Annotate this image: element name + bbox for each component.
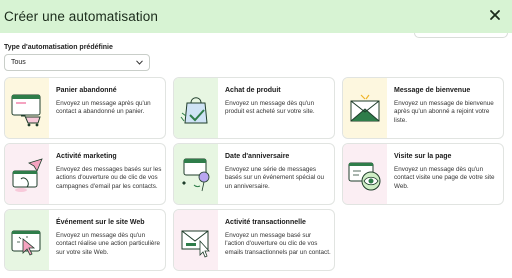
card-title: Panier abandonné [56, 87, 117, 94]
card-product-purchase[interactable]: Achat de produit Envoyez un message dès … [173, 77, 335, 139]
envelope-icon [350, 94, 380, 122]
card-description: Envoyez un message basé sur l'action d'o… [225, 232, 331, 256]
card-description: Envoyez des messages basés sur les actio… [56, 166, 162, 190]
card-website-event[interactable]: Événement sur le site Web Envoyez un mes… [4, 209, 166, 271]
card-title: Activité marketing [56, 153, 117, 160]
select-value: Tous [11, 59, 26, 66]
card-illustration [174, 78, 218, 138]
card-page-visit[interactable]: Visite sur la page Envoyez un message dè… [342, 143, 504, 205]
filter-label: Type d'automatisation prédéfinie [4, 44, 113, 51]
card-abandoned-cart[interactable]: Panier abandonné Envoyez un message aprè… [4, 77, 166, 139]
shopping-bag-icon [180, 97, 208, 124]
search-box-edge [414, 33, 508, 38]
card-illustration [343, 144, 387, 204]
card-title: Message de bienvenue [394, 87, 471, 94]
paper-plane-icon [12, 158, 43, 192]
card-illustration [343, 78, 387, 138]
card-illustration [5, 78, 49, 138]
browser-click-icon [11, 230, 41, 256]
card-illustration [174, 210, 218, 270]
card-description: Envoyez une série de messages basés sur … [225, 166, 325, 190]
dialog-title: Créer une automatisation [4, 9, 158, 24]
close-icon[interactable] [488, 8, 502, 22]
card-title: Visite sur la page [394, 153, 452, 160]
card-description: Envoyez un message dès qu'un contact vis… [394, 166, 495, 190]
card-birthday[interactable]: Date d'anniversaire Envoyez une série de… [173, 143, 335, 205]
card-title: Achat de produit [225, 87, 281, 94]
automation-type-select[interactable]: Tous [4, 54, 150, 71]
card-illustration [5, 144, 49, 204]
card-description: Envoyez un message dès qu'un contact réa… [56, 232, 160, 256]
card-description: Envoyez un message de bienvenue après qu… [394, 100, 494, 124]
card-illustration [5, 210, 49, 270]
dialog-header: Créer une automatisation [0, 0, 512, 33]
card-title: Date d'anniversaire [225, 153, 290, 160]
email-cursor-icon [181, 230, 210, 258]
card-title: Événement sur le site Web [56, 219, 145, 226]
card-illustration [174, 144, 218, 204]
card-description: Envoyez un message dès qu'un produit est… [225, 100, 315, 116]
card-marketing-activity[interactable]: Activité marketing Envoyez des messages … [4, 143, 166, 205]
shopping-cart-icon [11, 94, 41, 127]
browser-eye-icon [348, 162, 381, 191]
card-welcome-message[interactable]: Message de bienvenue Envoyez un message … [342, 77, 504, 139]
card-description: Envoyez un message après qu'un contact a… [56, 100, 151, 116]
card-title: Activité transactionnelle [225, 219, 306, 226]
card-transactional-activity[interactable]: Activité transactionnelle Envoyez un mes… [173, 209, 335, 271]
chevron-down-icon [136, 60, 143, 65]
calendar-balloons-icon [182, 158, 210, 192]
